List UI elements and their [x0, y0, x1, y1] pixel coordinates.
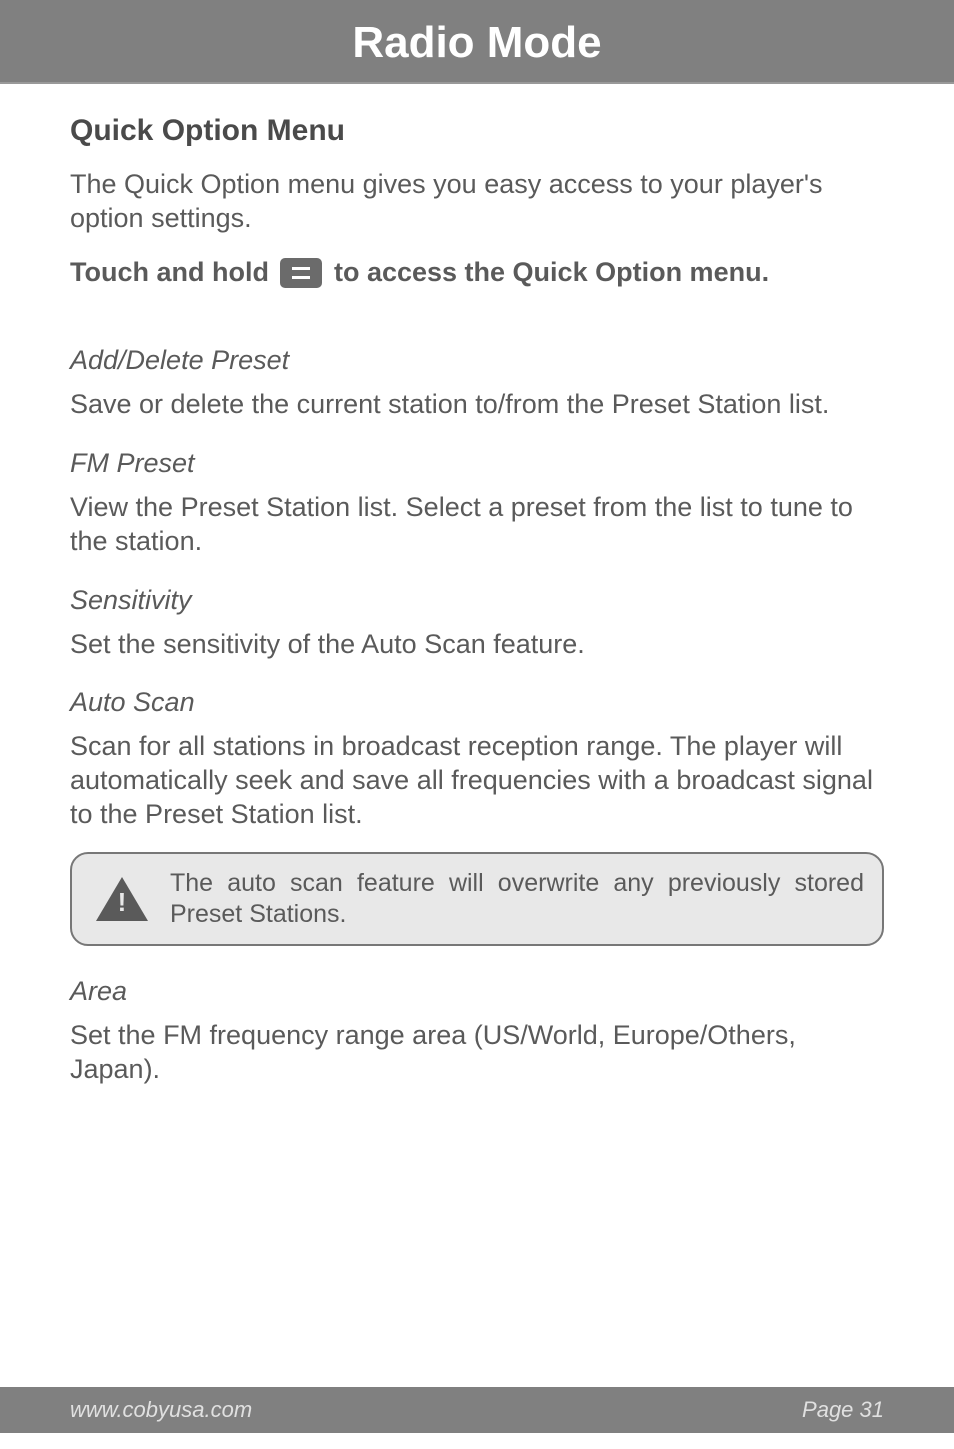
item-body-add-delete: Save or delete the current station to/fr…	[70, 388, 884, 422]
instruction-prefix: Touch and hold	[70, 257, 276, 287]
callout-text: The auto scan feature will overwrite any…	[170, 868, 864, 931]
item-title-add-delete: Add/Delete Preset	[70, 345, 884, 376]
item-title-sensitivity: Sensitivity	[70, 585, 884, 616]
item-body-sensitivity: Set the sensitivity of the Auto Scan fea…	[70, 628, 884, 662]
warning-callout: The auto scan feature will overwrite any…	[70, 852, 884, 947]
item-title-area: Area	[70, 976, 884, 1007]
footer-page: Page 31	[802, 1397, 884, 1423]
footer-url: www.cobyusa.com	[70, 1397, 252, 1423]
instruction-suffix: to access the Quick Option menu.	[326, 257, 769, 287]
item-title-fm-preset: FM Preset	[70, 448, 884, 479]
item-body-area: Set the FM frequency range area (US/Worl…	[70, 1019, 884, 1087]
header-title: Radio Mode	[352, 18, 601, 67]
item-body-auto-scan: Scan for all stations in broadcast recep…	[70, 730, 884, 831]
item-title-auto-scan: Auto Scan	[70, 687, 884, 718]
warning-icon	[96, 877, 148, 921]
intro-text: The Quick Option menu gives you easy acc…	[70, 168, 884, 236]
page-footer: www.cobyusa.com Page 31	[0, 1387, 954, 1433]
section-heading: Quick Option Menu	[70, 114, 884, 148]
instruction-line: Touch and hold to access the Quick Optio…	[70, 256, 884, 290]
page-header: Radio Mode	[0, 0, 954, 84]
content-area: Quick Option Menu The Quick Option menu …	[0, 84, 954, 1449]
item-body-fm-preset: View the Preset Station list. Select a p…	[70, 491, 884, 559]
menu-icon	[280, 258, 322, 288]
